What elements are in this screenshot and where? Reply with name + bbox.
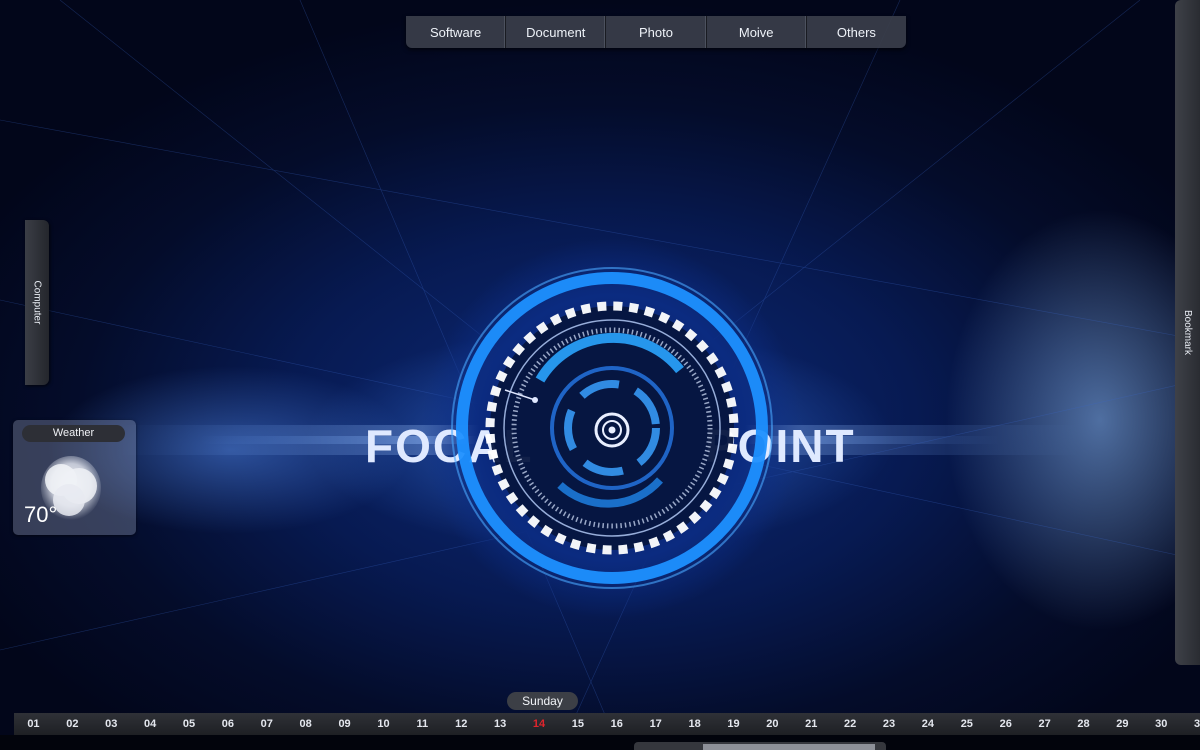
date-cell[interactable]: 17 xyxy=(636,718,675,730)
date-cell[interactable]: 26 xyxy=(986,718,1025,730)
date-cell[interactable]: 15 xyxy=(558,718,597,730)
date-cell[interactable]: 31 xyxy=(1181,718,1200,730)
date-cell[interactable]: 23 xyxy=(870,718,909,730)
menu-item-document[interactable]: Document xyxy=(506,16,607,48)
bookmark-side-tab[interactable]: Bookmark xyxy=(1175,0,1200,665)
date-cell[interactable]: 20 xyxy=(753,718,792,730)
date-cell-today[interactable]: 14 xyxy=(520,718,559,730)
bottom-dock-tab[interactable] xyxy=(634,742,886,750)
temperature-value: 70° xyxy=(24,502,58,527)
date-cell[interactable]: 19 xyxy=(714,718,753,730)
calendar-date-strip: 01 02 03 04 05 06 07 08 09 10 11 12 13 1… xyxy=(14,713,1200,735)
date-cell[interactable]: 30 xyxy=(1142,718,1181,730)
date-cell[interactable]: 29 xyxy=(1103,718,1142,730)
date-cell[interactable]: 21 xyxy=(792,718,831,730)
date-cell[interactable]: 10 xyxy=(364,718,403,730)
date-cell[interactable]: 13 xyxy=(481,718,520,730)
bottom-dock-area xyxy=(0,735,1200,750)
menu-item-software[interactable]: Software xyxy=(406,16,507,48)
date-cell[interactable]: 03 xyxy=(92,718,131,730)
date-cell[interactable]: 12 xyxy=(442,718,481,730)
menu-item-photo[interactable]: Photo xyxy=(606,16,707,48)
date-cell[interactable]: 02 xyxy=(53,718,92,730)
weather-title: Weather xyxy=(22,425,125,442)
top-category-menu: Software Document Photo Moive Others xyxy=(406,16,906,48)
date-cell[interactable]: 09 xyxy=(325,718,364,730)
date-cell[interactable]: 04 xyxy=(131,718,170,730)
wallpaper-art: FOCAL POINT xyxy=(0,0,1200,750)
day-of-week-label: Sunday xyxy=(507,692,578,710)
date-cell[interactable]: 05 xyxy=(170,718,209,730)
date-cell[interactable]: 22 xyxy=(831,718,870,730)
date-cell[interactable]: 08 xyxy=(286,718,325,730)
menu-item-movie[interactable]: Moive xyxy=(707,16,807,48)
weather-widget[interactable]: Weather 70° xyxy=(13,420,136,535)
bookmark-tab-label: Bookmark xyxy=(1182,309,1194,356)
date-cell[interactable]: 07 xyxy=(247,718,286,730)
date-cell[interactable]: 24 xyxy=(908,718,947,730)
date-cell[interactable]: 25 xyxy=(947,718,986,730)
date-cell[interactable]: 06 xyxy=(208,718,247,730)
menu-item-others[interactable]: Others xyxy=(807,16,906,48)
computer-side-tab[interactable]: Computer xyxy=(25,220,49,385)
date-cell[interactable]: 27 xyxy=(1025,718,1064,730)
date-cell[interactable]: 16 xyxy=(597,718,636,730)
date-cell[interactable]: 01 xyxy=(14,718,53,730)
bottom-dock-handle[interactable] xyxy=(703,744,875,750)
date-cell[interactable]: 18 xyxy=(675,718,714,730)
computer-tab-label: Computer xyxy=(31,280,43,325)
desktop: FOCAL POINT Software Document Photo Moiv… xyxy=(0,0,1200,750)
date-cell[interactable]: 28 xyxy=(1064,718,1103,730)
date-cell[interactable]: 11 xyxy=(403,718,442,730)
